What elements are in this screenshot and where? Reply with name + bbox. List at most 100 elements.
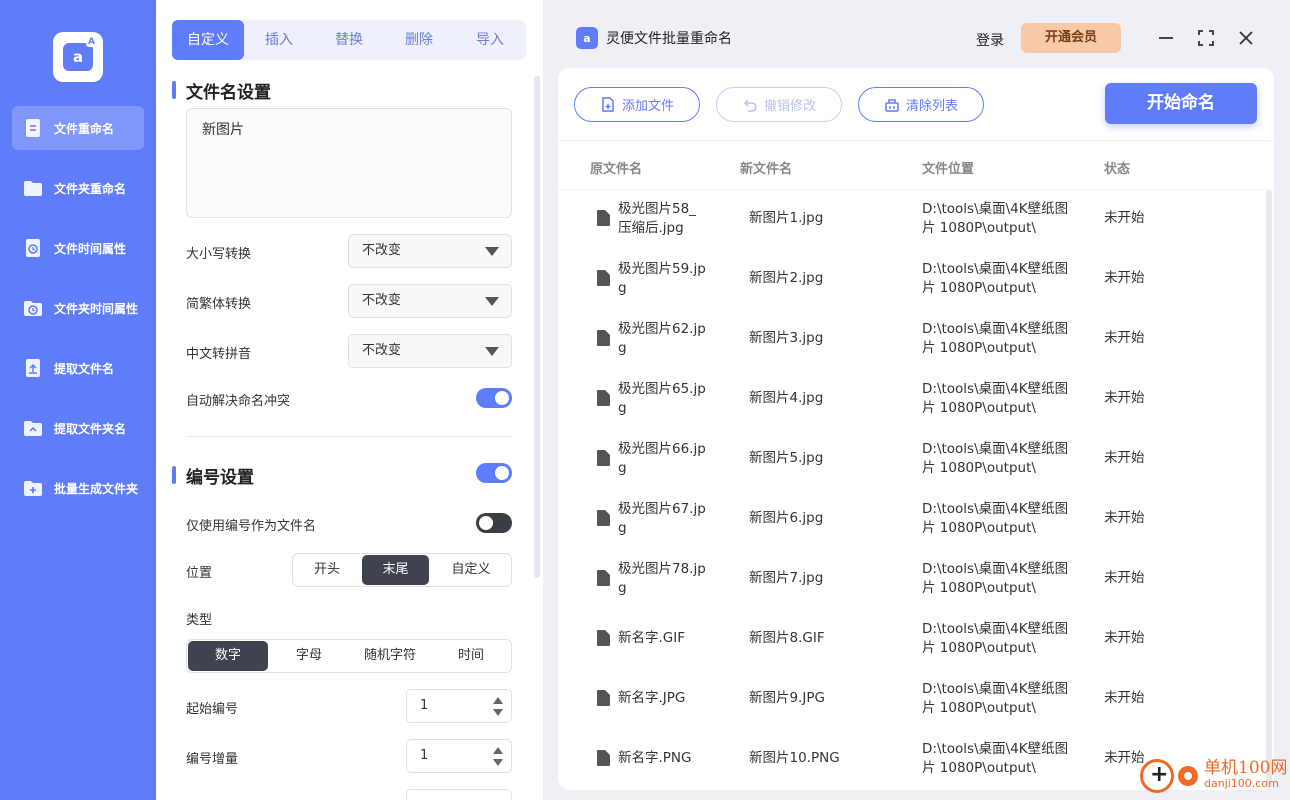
sidebar-item-label: 文件重命名 bbox=[54, 121, 115, 136]
position-end-option[interactable]: 末尾 bbox=[362, 555, 429, 585]
start-number-label: 起始编号 bbox=[186, 702, 239, 717]
add-file-icon bbox=[602, 96, 614, 112]
status-cell: 未开始 bbox=[1104, 450, 1145, 466]
start-rename-button[interactable]: 开始命名 bbox=[1105, 83, 1257, 124]
sidebar: aA 文件重命名文件夹重命名文件时间属性 文件夹时间属性提取文件名提取文件夹名批量… bbox=[0, 0, 156, 800]
file-icon bbox=[597, 330, 610, 346]
table-row[interactable]: 极光图片78.jp g 新图片7.jpg D:\tools\桌面\4K壁纸图片 108… bbox=[558, 549, 1258, 609]
original-name-cell: 极光图片66.jp g bbox=[618, 441, 706, 476]
table-header: 原文件名 新文件名 文件位置 状态 bbox=[558, 140, 1274, 190]
arrow-down-icon[interactable] bbox=[493, 709, 503, 716]
location-cell: D:\tools\桌面\4K壁纸图片 1080P\output\ bbox=[922, 561, 1069, 596]
sidebar-item-label: 文件夹重命名 bbox=[54, 181, 127, 196]
vip-button[interactable]: 开通会员 bbox=[1021, 23, 1121, 53]
sidebar-item-label: 提取文件名 bbox=[54, 361, 115, 376]
file-icon bbox=[597, 390, 610, 406]
case-label: 大小写转换 bbox=[186, 247, 252, 262]
location-cell: D:\tools\桌面\4K壁纸图片 1080P\output\ bbox=[922, 261, 1069, 296]
list-scrollbar[interactable] bbox=[1266, 190, 1272, 788]
settings-panel: 自定义 插入 替换 删除 导入 文件名设置 新图片 大小写转换 不改变 简繁体转… bbox=[156, 0, 543, 800]
position-start-option[interactable]: 开头 bbox=[293, 554, 361, 586]
tab-delete[interactable]: 删除 bbox=[384, 20, 454, 60]
maximize-icon[interactable] bbox=[1194, 26, 1218, 50]
minimize-icon[interactable] bbox=[1154, 26, 1178, 50]
tab-replace[interactable]: 替换 bbox=[314, 20, 384, 60]
table-row[interactable]: 新名字.JPG 新图片9.JPG D:\tools\桌面\4K壁纸图片 1080P\… bbox=[558, 669, 1258, 729]
col-status[interactable]: 状态 bbox=[1104, 158, 1130, 177]
divider bbox=[186, 436, 512, 437]
table-row[interactable]: 极光图片58_ 压缩后.jpg 新图片1.jpg D:\tools\桌面\4K壁纸图片… bbox=[558, 189, 1258, 249]
folder-icon bbox=[24, 181, 42, 196]
sidebar-item-6[interactable]: 提取文件夹名 bbox=[12, 406, 144, 450]
original-name-cell: 极光图片65.jp g bbox=[618, 381, 706, 416]
file-icon bbox=[597, 690, 610, 706]
position-custom-option[interactable]: 自定义 bbox=[431, 554, 511, 586]
type-random-option[interactable]: 随机字符 bbox=[350, 640, 430, 672]
file-icon bbox=[597, 630, 610, 646]
table-row[interactable]: 极光图片59.jp g 新图片2.jpg D:\tools\桌面\4K壁纸图片 108… bbox=[558, 249, 1258, 309]
original-name-cell: 极光图片67.jp g bbox=[618, 501, 706, 536]
next-stepper[interactable] bbox=[406, 789, 512, 800]
status-cell: 未开始 bbox=[1104, 330, 1145, 346]
location-cell: D:\tools\桌面\4K壁纸图片 1080P\output\ bbox=[922, 381, 1069, 416]
type-number-option[interactable]: 数字 bbox=[188, 641, 268, 671]
tab-insert[interactable]: 插入 bbox=[244, 20, 314, 60]
file-icon bbox=[597, 210, 610, 226]
start-number-stepper[interactable]: 1 bbox=[406, 689, 512, 723]
undo-button[interactable]: 撤销修改 bbox=[716, 87, 842, 122]
step-stepper[interactable]: 1 bbox=[406, 739, 512, 773]
settings-scrollbar[interactable] bbox=[534, 76, 540, 578]
clear-basket-icon bbox=[885, 98, 899, 112]
col-location[interactable]: 文件位置 bbox=[922, 158, 974, 177]
type-letter-option[interactable]: 字母 bbox=[269, 640, 349, 672]
original-name-cell: 新名字.JPG bbox=[618, 690, 686, 706]
table-row[interactable]: 极光图片62.jp g 新图片3.jpg D:\tools\桌面\4K壁纸图片 108… bbox=[558, 309, 1258, 369]
arrow-down-icon[interactable] bbox=[493, 759, 503, 766]
app-logo: aA bbox=[53, 32, 103, 82]
original-name-cell: 极光图片58_ 压缩后.jpg bbox=[618, 201, 696, 236]
sidebar-item-1[interactable]: 文件重命名 bbox=[12, 106, 144, 150]
sidebar-item-5[interactable]: 提取文件名 bbox=[12, 346, 144, 390]
location-cell: D:\tools\桌面\4K壁纸图片 1080P\output\ bbox=[922, 201, 1069, 236]
numbering-toggle[interactable] bbox=[476, 463, 512, 483]
login-link[interactable]: 登录 bbox=[976, 30, 1004, 50]
table-row[interactable]: 新名字.GIF 新图片8.GIF D:\tools\桌面\4K壁纸图片 1080P\… bbox=[558, 609, 1258, 669]
sidebar-item-4[interactable]: 文件夹时间属性 bbox=[12, 286, 144, 330]
type-time-option[interactable]: 时间 bbox=[431, 640, 511, 672]
trad-select[interactable]: 不改变 bbox=[348, 284, 512, 318]
case-select[interactable]: 不改变 bbox=[348, 234, 512, 268]
arrow-up-icon[interactable] bbox=[493, 747, 503, 754]
watermark-url: danji100.com bbox=[1204, 777, 1279, 790]
new-name-cell: 新图片4.jpg bbox=[749, 390, 824, 406]
add-file-button[interactable]: 添加文件 bbox=[574, 87, 700, 122]
table-row[interactable]: 极光图片67.jp g 新图片6.jpg D:\tools\桌面\4K壁纸图片 108… bbox=[558, 489, 1258, 549]
location-cell: D:\tools\桌面\4K壁纸图片 1080P\output\ bbox=[922, 741, 1069, 776]
sidebar-item-3[interactable]: 文件时间属性 bbox=[12, 226, 144, 270]
sidebar-item-label: 提取文件夹名 bbox=[54, 421, 127, 436]
tab-import[interactable]: 导入 bbox=[454, 20, 526, 60]
filename-input[interactable]: 新图片 bbox=[186, 108, 512, 218]
table-row[interactable]: 极光图片65.jp g 新图片4.jpg D:\tools\桌面\4K壁纸图片 108… bbox=[558, 369, 1258, 429]
col-original-name[interactable]: 原文件名 bbox=[590, 158, 642, 177]
arrow-up-icon[interactable] bbox=[493, 697, 503, 704]
location-cell: D:\tools\桌面\4K壁纸图片 1080P\output\ bbox=[922, 501, 1069, 536]
close-icon[interactable] bbox=[1234, 26, 1258, 50]
sidebar-item-7[interactable]: 批量生成文件夹 bbox=[12, 466, 144, 510]
original-name-cell: 极光图片78.jp g bbox=[618, 561, 706, 596]
folder-clock-icon bbox=[24, 301, 42, 316]
undo-icon bbox=[743, 98, 757, 112]
table-row[interactable]: 极光图片66.jp g 新图片5.jpg D:\tools\桌面\4K壁纸图片 108… bbox=[558, 429, 1258, 489]
conflict-toggle[interactable] bbox=[476, 388, 512, 408]
tab-custom[interactable]: 自定义 bbox=[172, 20, 244, 60]
pinyin-select[interactable]: 不改变 bbox=[348, 334, 512, 368]
watermark-dot-icon bbox=[1178, 766, 1198, 786]
status-cell: 未开始 bbox=[1104, 510, 1145, 526]
status-cell: 未开始 bbox=[1104, 750, 1145, 766]
sidebar-item-2[interactable]: 文件夹重命名 bbox=[12, 166, 144, 210]
col-new-name[interactable]: 新文件名 bbox=[740, 158, 792, 177]
only-number-toggle[interactable] bbox=[476, 513, 512, 533]
file-icon bbox=[597, 570, 610, 586]
position-label: 位置 bbox=[186, 566, 213, 581]
mode-tabs: 自定义 插入 替换 删除 导入 bbox=[172, 20, 526, 60]
clear-list-button[interactable]: 清除列表 bbox=[858, 87, 984, 122]
